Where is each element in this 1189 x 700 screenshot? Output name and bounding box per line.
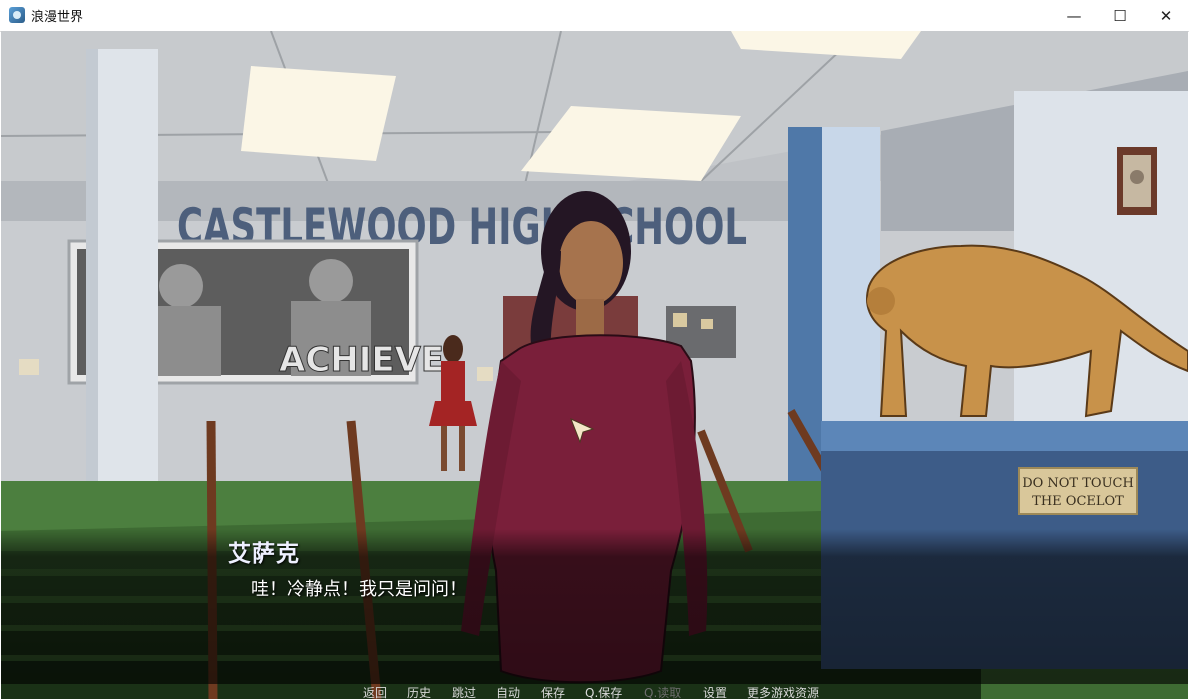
title-bar: 浪漫世界 — ☐ ✕ — [0, 0, 1189, 32]
quick-menu-skip[interactable]: 跳过 — [452, 684, 476, 699]
quick-menu-more-resources[interactable]: 更多游戏资源 — [747, 684, 819, 699]
game-window: 浪漫世界 — ☐ ✕ CASTLEWOOD HIGH SCHOOL ACHIEV… — [0, 0, 1189, 700]
dialogue-text: 哇！冷静点！我只是问问！ — [251, 579, 467, 600]
dialogue-box[interactable] — [1, 529, 1188, 684]
quick-menu-save[interactable]: 保存 — [541, 684, 565, 699]
maximize-button[interactable]: ☐ — [1097, 0, 1143, 31]
quick-menu-preferences[interactable]: 设置 — [703, 684, 727, 699]
poster-text: ACHIEVE — [279, 340, 444, 380]
speaker-name: 艾萨克 — [228, 541, 300, 567]
game-scene[interactable]: CASTLEWOOD HIGH SCHOOL ACHIEVE DO NOT TO… — [1, 31, 1188, 699]
quick-menu-back[interactable]: 返回 — [363, 684, 387, 699]
quick-menu: 返回 历史 跳过 自动 保存 Q.保存 Q.读取 设置 更多游戏资源 — [1, 682, 1188, 699]
close-button[interactable]: ✕ — [1143, 0, 1189, 31]
plaque-line1: DO NOT TOUCH — [1022, 476, 1134, 491]
quick-menu-history[interactable]: 历史 — [407, 684, 431, 699]
plaque-line2: THE OCELOT — [1032, 494, 1124, 509]
quick-menu-auto[interactable]: 自动 — [496, 684, 520, 699]
minimize-button[interactable]: — — [1051, 0, 1097, 31]
window-title: 浪漫世界 — [31, 10, 84, 25]
quick-menu-quick-load: Q.读取 — [644, 686, 682, 699]
game-app-icon — [9, 7, 25, 23]
quick-menu-quick-save[interactable]: Q.保存 — [585, 684, 622, 699]
